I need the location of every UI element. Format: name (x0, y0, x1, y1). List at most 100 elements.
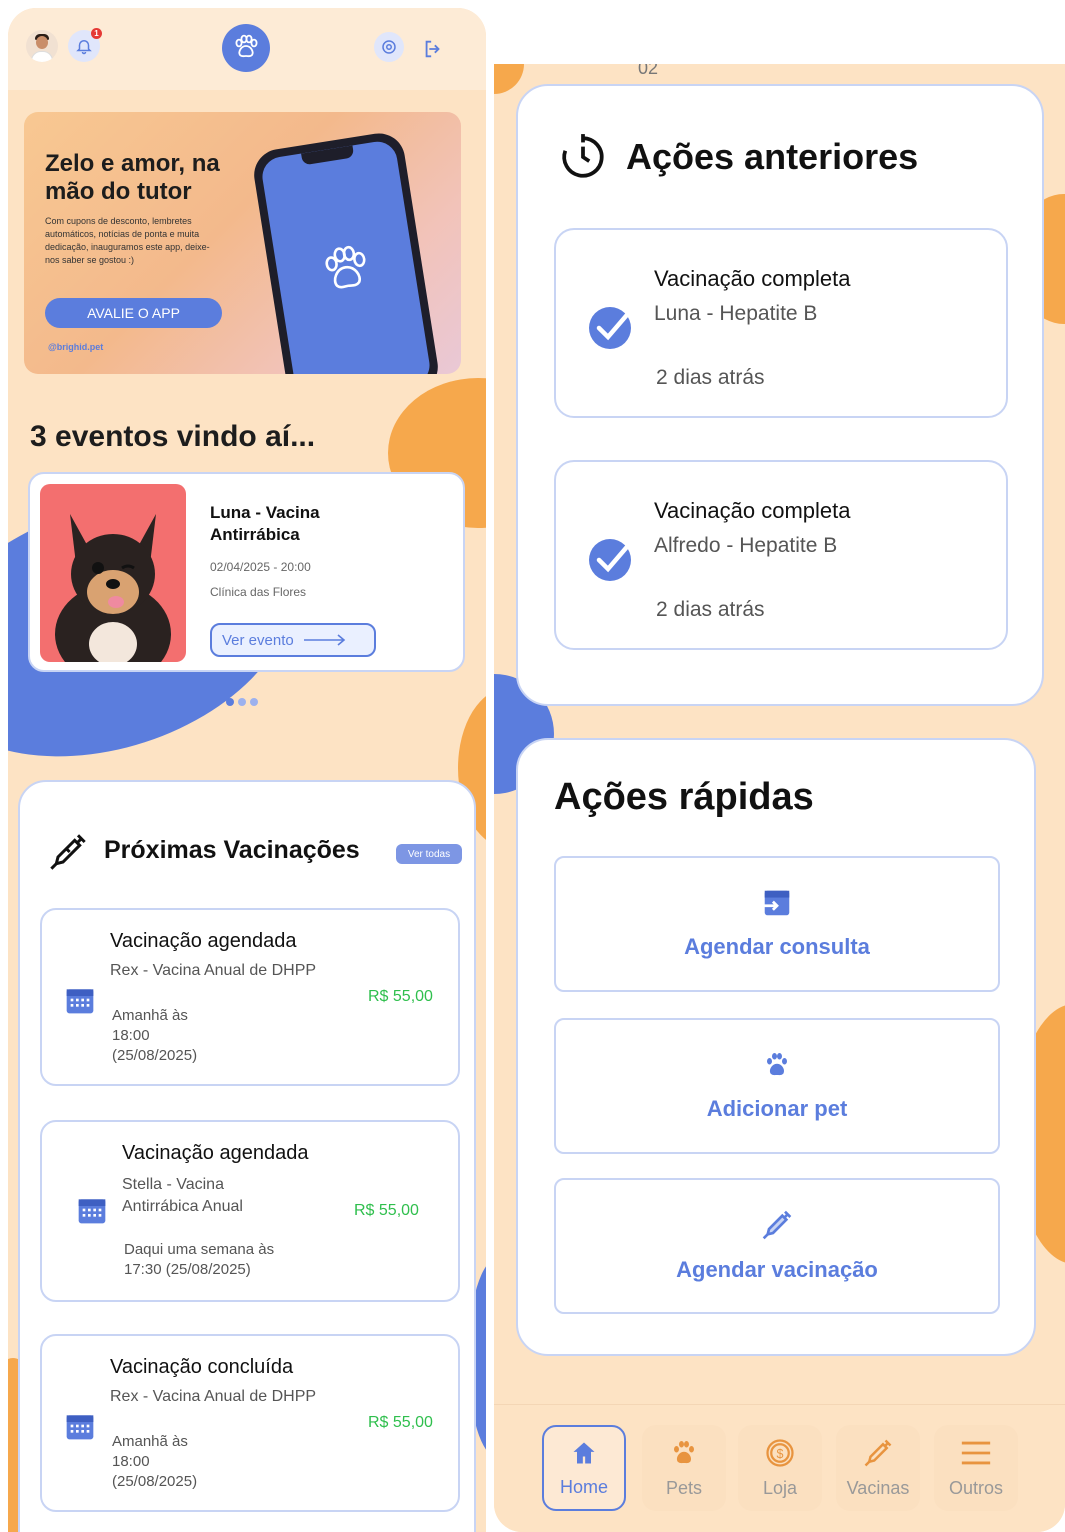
vaccination-status: Vacinação agendada (110, 930, 297, 952)
notification-button[interactable]: 1 (68, 28, 102, 62)
arrow-right-icon (303, 634, 345, 646)
rate-app-button[interactable]: AVALIE O APP (45, 298, 222, 328)
paw-icon (325, 245, 366, 289)
phone-illustration (250, 129, 442, 374)
vaccination-card[interactable]: Vacinação agendada Rex - Vacina Anual de… (40, 908, 460, 1086)
app-logo[interactable] (222, 24, 270, 72)
paw-icon (767, 1053, 787, 1076)
calendar-icon (66, 1415, 94, 1440)
events-title: 3 eventos vindo aí... (30, 420, 316, 453)
vaccination-pet: Rex - Vacina Anual de DHPP (110, 1388, 317, 1405)
calendar-icon (78, 1199, 106, 1224)
syringe-icon (864, 1439, 892, 1466)
vaccination-when: 17:30 (25/08/2025) (124, 1261, 251, 1278)
settings-button[interactable] (374, 32, 404, 62)
vaccination-when: (25/08/2025) (112, 1047, 198, 1064)
event-card[interactable]: Luna - Vacina Antirrábica 02/04/2025 - 2… (28, 472, 465, 672)
calendar-import-icon (762, 890, 790, 916)
schedule-appointment-button[interactable]: Agendar consulta (554, 856, 1000, 992)
past-action-time: 2 dias atrás (656, 598, 765, 621)
nav-others[interactable]: Outros (934, 1425, 1018, 1511)
past-action-subtitle: Alfredo - Hepatite B (654, 534, 838, 557)
history-icon (562, 134, 604, 178)
vaccinations-title: Próximas Vacinações (104, 836, 360, 864)
upcoming-vaccinations-panel: Próximas Vacinações Ver todas Vacinação … (18, 780, 476, 1532)
logout-button[interactable] (420, 36, 446, 62)
carousel-dot[interactable] (250, 698, 258, 706)
event-place: Clínica das Flores (210, 585, 307, 599)
view-all-button[interactable]: Ver todas (396, 844, 462, 864)
nav-label: Pets (665, 1477, 703, 1498)
bell-icon (76, 40, 92, 55)
nav-label: Loja (762, 1477, 798, 1498)
top-bar: 1 (8, 8, 486, 90)
promo-banner[interactable]: Zelo e amor, na mão do tutor Com cupons … (24, 112, 461, 374)
vaccination-card[interactable]: Vacinação concluída Rex - Vacina Anual d… (40, 1334, 460, 1512)
add-pet-button[interactable]: Adicionar pet (554, 1018, 1000, 1154)
vaccination-status: Vacinação concluída (110, 1356, 294, 1378)
home-screen-top: 1 Zelo e amor, na mão do tutor Com cupon… (8, 8, 486, 1532)
home-icon (573, 1442, 595, 1463)
vaccination-when: Amanhã às (112, 1007, 188, 1024)
quick-actions-panel: Ações rápidas Agendar consulta Adicionar… (516, 738, 1036, 1356)
check-badge-icon (589, 538, 635, 581)
check-badge-icon (589, 306, 635, 349)
banner-text: Com cupons de desconto, lembretes automá… (45, 216, 210, 265)
partial-text: 02 (638, 64, 659, 78)
event-pet-photo (40, 484, 186, 662)
quick-action-label: Adicionar pet (706, 1096, 848, 1121)
quick-action-label: Agendar vacinação (676, 1257, 878, 1282)
decorative-blob (494, 64, 524, 94)
syringe-icon (762, 1210, 792, 1240)
paw-logo-icon (235, 34, 258, 58)
dollar-coin-icon: $ (766, 1438, 794, 1467)
banner-title: Zelo e amor, na mão do tutor (45, 150, 220, 205)
nav-home[interactable]: Home (542, 1425, 626, 1511)
carousel-pagination[interactable] (226, 698, 258, 706)
svg-text:$: $ (777, 1447, 784, 1461)
schedule-vaccination-button[interactable]: Agendar vacinação (554, 1178, 1000, 1314)
vaccination-status: Vacinação agendada (122, 1142, 309, 1164)
paw-icon (674, 1440, 694, 1463)
nav-shop[interactable]: $ Loja (738, 1425, 822, 1511)
view-event-button[interactable]: Ver evento (210, 623, 376, 657)
past-action-title: Vacinação completa (654, 498, 851, 523)
past-action-subtitle: Luna - Hepatite B (654, 302, 818, 325)
nav-label: Home (559, 1476, 608, 1497)
nav-vaccines[interactable]: Vacinas (836, 1425, 920, 1511)
quick-action-label: Agendar consulta (684, 934, 870, 959)
past-actions-panel: Ações anteriores Vacinação completa Luna… (516, 84, 1044, 706)
vaccination-pet: Antirrábica Anual (122, 1198, 243, 1215)
view-event-label: Ver evento (222, 631, 294, 649)
past-action-card[interactable]: Vacinação completa Luna - Hepatite B 2 d… (554, 228, 1008, 418)
event-date: 02/04/2025 - 20:00 (210, 560, 311, 574)
vaccination-price: R$ 55,00 (368, 988, 433, 1005)
past-action-time: 2 dias atrás (656, 366, 765, 389)
vaccination-pet: Rex - Vacina Anual de DHPP (110, 962, 317, 979)
carousel-dot[interactable] (238, 698, 246, 706)
vaccination-when: 18:00 (112, 1453, 150, 1470)
avatar[interactable] (26, 30, 58, 62)
past-action-card[interactable]: Vacinação completa Alfredo - Hepatite B … (554, 460, 1008, 650)
vaccination-when: Amanhã às (112, 1433, 188, 1450)
home-screen-bottom: 02 Ações anteriores Vacinação completa L… (494, 64, 1065, 1532)
banner-handle: @brighid.pet (48, 342, 104, 352)
bottom-navigation: Home Pets $ Loja Vacinas Outros (494, 1404, 1065, 1532)
vaccination-price: R$ 55,00 (354, 1202, 419, 1219)
quick-actions-title: Ações rápidas (554, 776, 814, 818)
nav-label: Vacinas (846, 1477, 910, 1498)
event-name: Luna - Vacina Antirrábica (210, 503, 320, 544)
gear-icon (382, 40, 396, 54)
nav-pets[interactable]: Pets (642, 1425, 726, 1511)
logout-icon (425, 40, 440, 58)
carousel-dot[interactable] (226, 698, 234, 706)
vaccination-pet: Stella - Vacina (122, 1176, 224, 1193)
vaccination-when: 18:00 (112, 1027, 150, 1044)
menu-icon (961, 1441, 991, 1464)
vaccination-card[interactable]: Vacinação agendada Stella - Vacina Antir… (40, 1120, 460, 1302)
syringe-icon (50, 834, 86, 870)
calendar-icon (66, 989, 94, 1014)
notification-badge: 1 (91, 28, 102, 39)
vaccination-price: R$ 55,00 (368, 1414, 433, 1431)
nav-label: Outros (948, 1477, 1004, 1498)
